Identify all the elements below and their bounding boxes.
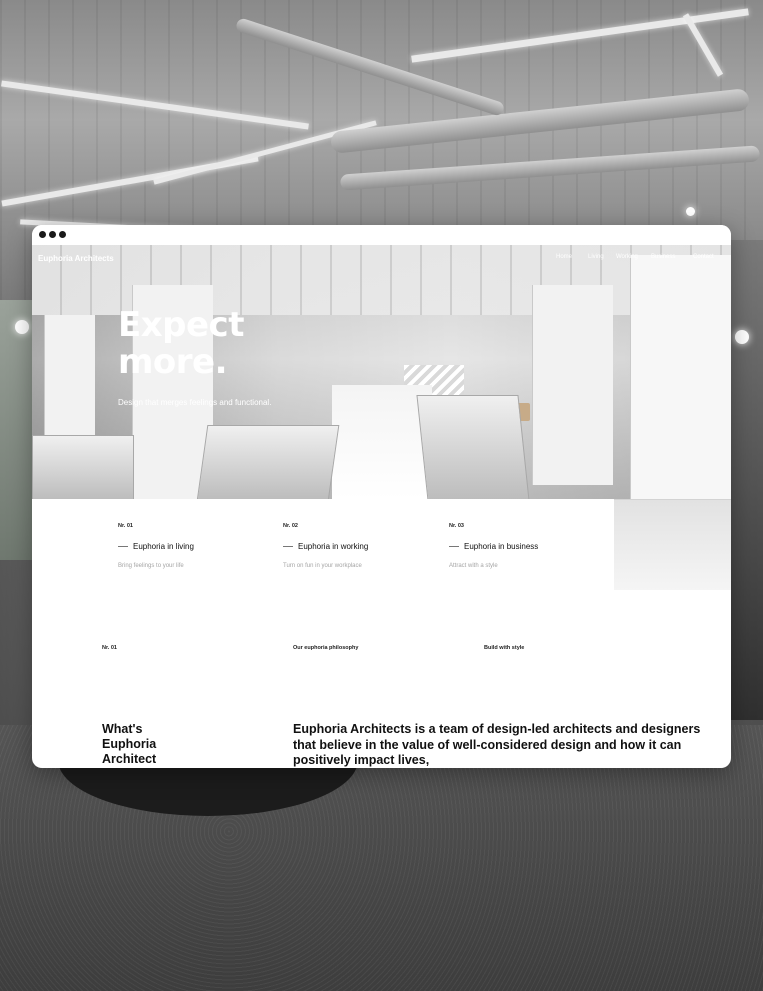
nav-link-business[interactable]: Business: [651, 254, 675, 260]
heading-line: Architect: [102, 752, 157, 766]
section-heading: What's Euphoria Architect: [102, 722, 222, 767]
section-label: Build with style: [484, 645, 525, 651]
window-dot[interactable]: [49, 231, 56, 238]
nav-link-contact[interactable]: Contact: [693, 254, 714, 260]
feature-title[interactable]: Euphoria in working: [283, 542, 433, 551]
display-cabinet: [44, 315, 95, 445]
hero-subtitle: Design that merges feelings and function…: [118, 398, 272, 407]
headline-line: more.: [118, 342, 228, 382]
heading-line: What's: [102, 722, 143, 736]
feature-description: Turn on fun in your workplace: [283, 563, 362, 569]
dash-icon: [449, 546, 459, 547]
feature-number: Nr. 02: [283, 523, 298, 529]
feature-title-text: Euphoria in working: [298, 542, 369, 551]
window-dot[interactable]: [39, 231, 46, 238]
headline-line: Expect: [118, 305, 244, 345]
feature-title[interactable]: Euphoria in living: [118, 542, 268, 551]
nav-link-home[interactable]: Home: [556, 254, 572, 260]
feature-card[interactable]: Nr. 03 Euphoria in business Attract with…: [449, 523, 599, 569]
feature-description: Bring feelings to your life: [118, 563, 184, 569]
dash-icon: [283, 546, 293, 547]
nav-link-working[interactable]: Working: [616, 254, 638, 260]
display-table: [416, 395, 530, 499]
display-column: [630, 255, 731, 499]
window-dot[interactable]: [59, 231, 66, 238]
feature-title[interactable]: Euphoria in business: [449, 542, 599, 551]
display-table: [196, 425, 340, 499]
feature-card[interactable]: Nr. 02 Euphoria in working Turn on fun i…: [283, 523, 433, 569]
wall-right: [729, 240, 763, 720]
hero-headline: Expect more.: [118, 307, 244, 381]
hero-image-extension: [614, 499, 731, 590]
feature-card[interactable]: Nr. 01 Euphoria in living Bring feelings…: [118, 523, 268, 569]
display-column: [532, 285, 613, 485]
feature-title-text: Euphoria in living: [133, 542, 194, 551]
brand-logo[interactable]: Euphoria Architects: [38, 254, 114, 263]
feature-description: Attract with a style: [449, 563, 498, 569]
browser-window: Euphoria Architects Home Living Working …: [32, 225, 731, 768]
display-table: [32, 435, 134, 499]
section-label: Our euphoria philosophy: [293, 645, 359, 651]
window: [0, 300, 32, 560]
heading-line: Euphoria: [102, 737, 157, 751]
nav-link-living[interactable]: Living: [588, 254, 604, 260]
feature-number: Nr. 01: [118, 523, 133, 529]
spotlight: [15, 320, 29, 334]
title-bar: [32, 225, 731, 245]
spotlight: [686, 207, 695, 216]
feature-title-text: Euphoria in business: [464, 542, 539, 551]
section-label: Nr. 01: [102, 645, 117, 651]
about-paragraph: Euphoria Architects is a team of design-…: [293, 722, 701, 767]
spotlight: [735, 330, 749, 344]
dash-icon: [118, 546, 128, 547]
feature-number: Nr. 03: [449, 523, 464, 529]
